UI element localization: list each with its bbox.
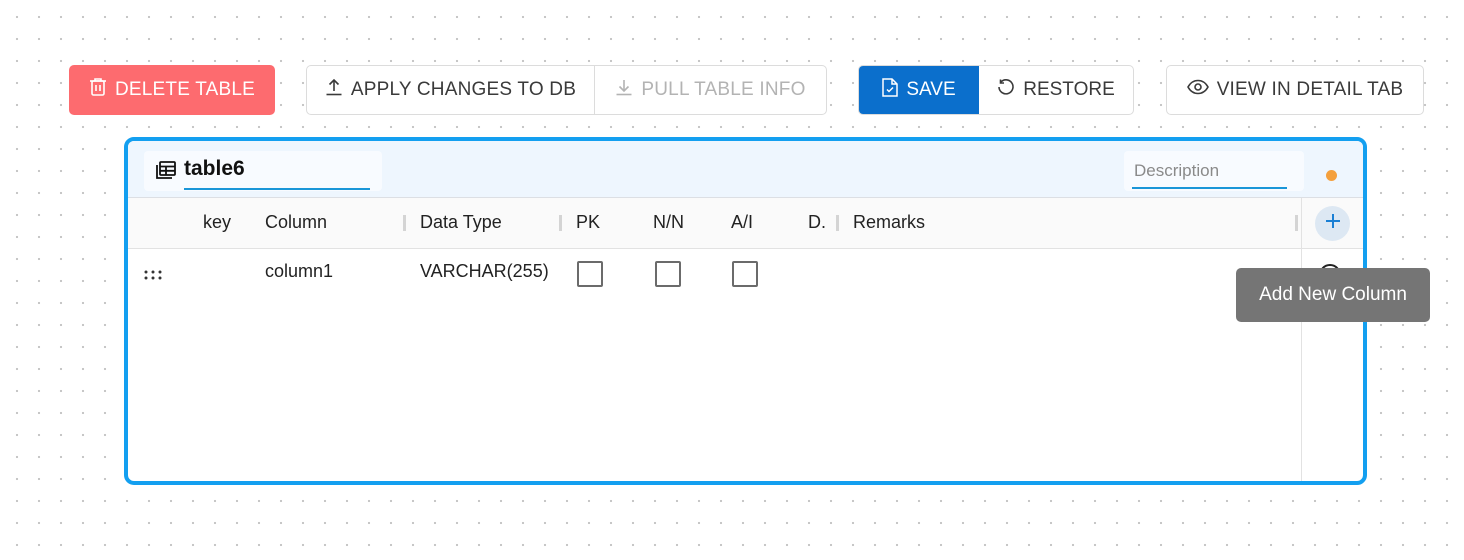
eye-icon [1186,79,1209,101]
upload-icon [325,78,343,102]
column-resize-handle[interactable] [1295,215,1298,231]
pull-table-info-label: PULL TABLE INFO [641,79,806,100]
save-button-group: SAVE RESTORE [858,65,1134,115]
table-name[interactable]: table6 [184,157,245,181]
restore-button[interactable]: RESTORE [979,66,1133,114]
header-key: key [203,212,232,232]
column-resize-handle[interactable] [559,215,562,231]
drag-handle-icon[interactable] [144,267,164,285]
unsaved-status-dot [1326,170,1337,181]
table-card[interactable]: table6 key Column Data Type PK N/N A/I D… [124,137,1367,485]
tooltip-text: Add New Column [1259,284,1407,305]
view-in-detail-tab-label: VIEW IN DETAIL TAB [1216,79,1404,100]
table-card-header: table6 [128,141,1363,198]
header-auto-increment: A/I [731,212,754,232]
column-resize-handle[interactable] [403,215,406,231]
description-input[interactable] [1134,159,1286,183]
apply-changes-button[interactable]: APPLY CHANGES TO DB [307,66,595,114]
table-name-field[interactable]: table6 [144,151,382,191]
table-icon [156,161,176,184]
table-row: column1 VARCHAR(255) [128,249,1363,297]
header-column: Column [265,212,328,232]
db-sync-button-group: APPLY CHANGES TO DB PULL TABLE INFO [306,65,827,115]
header-remarks: Remarks [853,212,926,232]
row-column-name[interactable]: column1 [265,261,333,282]
table-name-underline [184,188,370,190]
apply-changes-label: APPLY CHANGES TO DB [350,79,577,100]
auto-increment-checkbox[interactable] [732,261,758,287]
view-in-detail-tab-button[interactable]: VIEW IN DETAIL TAB [1166,65,1424,115]
download-icon [615,78,633,102]
save-button[interactable]: SAVE [859,66,979,114]
add-column-button[interactable] [1315,206,1350,241]
save-file-icon [882,77,899,103]
plus-icon [1325,213,1341,234]
add-column-tooltip: Add New Column [1236,268,1430,322]
not-null-checkbox[interactable] [655,261,681,287]
header-pk: PK [576,212,601,232]
pk-checkbox[interactable] [577,261,603,287]
pull-table-info-button[interactable]: PULL TABLE INFO [595,66,826,114]
trash-icon [89,77,107,103]
restore-icon [997,78,1015,102]
delete-table-label: DELETE TABLE [114,79,256,100]
header-data-type: Data Type [420,212,502,232]
header-default: D. [808,212,826,232]
row-data-type[interactable]: VARCHAR(255) [420,261,549,282]
column-resize-handle[interactable] [836,215,839,231]
save-label: SAVE [906,79,956,100]
column-header-row: key Column Data Type PK N/N A/I D. Remar… [128,198,1363,249]
header-not-null: N/N [653,212,684,232]
delete-table-button[interactable]: DELETE TABLE [69,65,275,115]
restore-label: RESTORE [1023,79,1115,100]
description-underline [1132,187,1287,189]
action-column-divider [1301,198,1302,481]
description-field[interactable] [1124,151,1304,191]
